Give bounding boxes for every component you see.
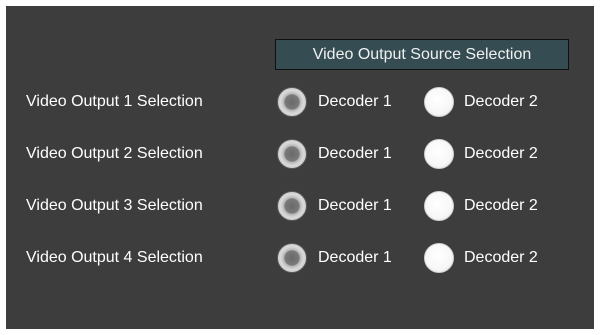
video-output-1-decoder-1-label[interactable]: Decoder 1 bbox=[318, 92, 392, 112]
video-output-3-row: Video Output 3 Selection Decoder 1 Decod… bbox=[6, 191, 594, 221]
video-output-2-decoder-2-label[interactable]: Decoder 2 bbox=[464, 144, 538, 164]
video-output-4-decoder-1-radio[interactable] bbox=[277, 243, 307, 273]
video-output-3-decoder-1-radio[interactable] bbox=[277, 191, 307, 221]
video-output-3-decoder-1-label[interactable]: Decoder 1 bbox=[318, 196, 392, 216]
video-output-panel: Video Output Source Selection Video Outp… bbox=[6, 6, 594, 329]
video-output-4-decoder-2-label[interactable]: Decoder 2 bbox=[464, 248, 538, 268]
video-output-1-decoder-2-radio[interactable] bbox=[424, 87, 454, 117]
video-output-2-decoder-1-label[interactable]: Decoder 1 bbox=[318, 144, 392, 164]
video-output-3-decoder-2-radio[interactable] bbox=[424, 191, 454, 221]
video-output-4-decoder-2-radio[interactable] bbox=[424, 243, 454, 273]
video-output-1-decoder-2-label[interactable]: Decoder 2 bbox=[464, 92, 538, 112]
video-output-4-decoder-1-label[interactable]: Decoder 1 bbox=[318, 248, 392, 268]
video-output-2-label: Video Output 2 Selection bbox=[26, 145, 203, 162]
video-output-4-label: Video Output 4 Selection bbox=[26, 249, 203, 266]
video-output-2-decoder-2-radio[interactable] bbox=[424, 139, 454, 169]
video-output-4-row: Video Output 4 Selection Decoder 1 Decod… bbox=[6, 243, 594, 273]
video-output-2-decoder-1-radio[interactable] bbox=[277, 139, 307, 169]
video-output-3-decoder-2-label[interactable]: Decoder 2 bbox=[464, 196, 538, 216]
video-output-1-label: Video Output 1 Selection bbox=[26, 93, 203, 110]
section-title: Video Output Source Selection bbox=[275, 39, 569, 70]
video-output-1-row: Video Output 1 Selection Decoder 1 Decod… bbox=[6, 87, 594, 117]
video-output-1-decoder-1-radio[interactable] bbox=[277, 87, 307, 117]
video-output-2-row: Video Output 2 Selection Decoder 1 Decod… bbox=[6, 139, 594, 169]
video-output-3-label: Video Output 3 Selection bbox=[26, 197, 203, 214]
